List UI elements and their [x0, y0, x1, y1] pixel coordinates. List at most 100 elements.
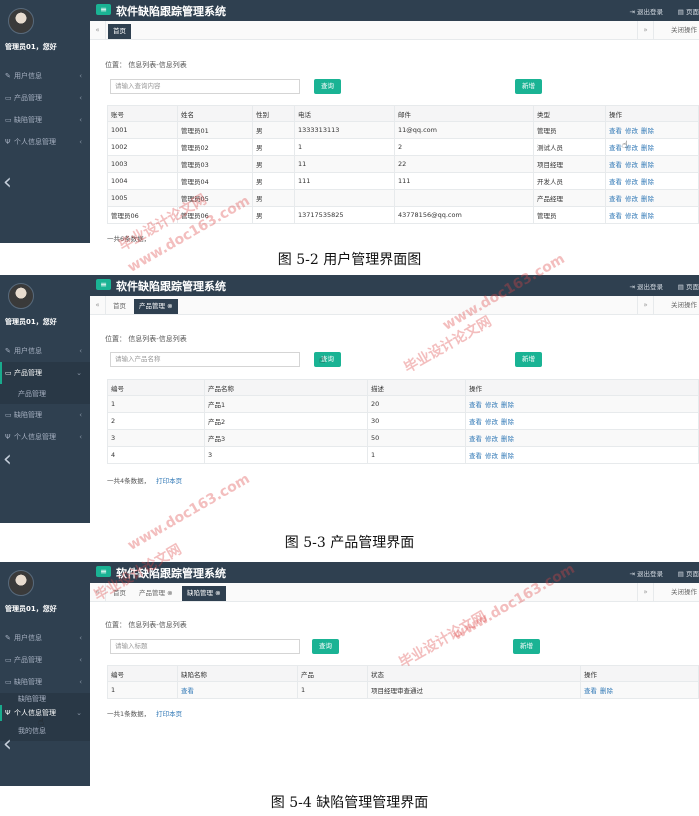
menu-toggle-button[interactable]: ≡ [96, 279, 111, 290]
edit-link[interactable]: 修改 [485, 452, 498, 460]
sidebar-item-personal[interactable]: Ψ 个人信息管理 ‹ [0, 131, 90, 153]
delete-link[interactable]: 删除 [641, 178, 654, 186]
logout-link[interactable]: ⇥ 退出登录 [629, 281, 663, 291]
delete-link[interactable]: 删除 [600, 687, 613, 695]
edit-link[interactable]: 修改 [625, 195, 638, 203]
edit-link[interactable]: 修改 [625, 161, 638, 169]
print-link[interactable]: 打印本页 [156, 710, 182, 718]
defect-name-link[interactable]: 查看 [181, 687, 194, 695]
chevron-down-icon: ⌄ [76, 709, 82, 717]
collapse-arrow-icon[interactable]: ‹ [3, 170, 12, 195]
close-ops-button[interactable]: 关闭操作 [653, 21, 699, 40]
view-link[interactable]: 查看 [609, 161, 622, 169]
close-ops-button[interactable]: 关闭操作 [653, 583, 699, 602]
edit-link[interactable]: 修改 [485, 401, 498, 409]
logout-link[interactable]: ⇥ 退出登录 [629, 568, 663, 578]
submenu-item-my-info[interactable]: 我的信息 [0, 721, 90, 741]
view-link[interactable]: 查看 [469, 401, 482, 409]
close-tab-icon[interactable]: ⊗ [167, 302, 172, 310]
tab-scroll-left-icon[interactable]: « [90, 583, 106, 602]
view-link[interactable]: 查看 [469, 435, 482, 443]
add-button[interactable]: 新增 [513, 639, 540, 654]
edit-link[interactable]: 修改 [625, 178, 638, 186]
chevron-left-icon: ‹ [79, 94, 82, 102]
hand-cursor-icon: ☝ [622, 140, 629, 151]
view-link[interactable]: 查看 [609, 212, 622, 220]
collapse-arrow-icon[interactable]: ‹ [3, 732, 12, 757]
sidebar-item-defect[interactable]: ▭ 缺陷管理 ‹ [0, 671, 90, 693]
close-ops-button[interactable]: 关闭操作 [653, 296, 699, 315]
add-button[interactable]: 新增 [515, 79, 542, 94]
cell: 111 [294, 172, 395, 190]
sidebar-item-defect[interactable]: ▭ 缺陷管理 ‹ [0, 109, 90, 131]
query-button[interactable]: 查询 [314, 79, 341, 94]
menu-toggle-button[interactable]: ≡ [96, 4, 111, 15]
view-link[interactable]: 查看 [609, 127, 622, 135]
view-link[interactable]: 查看 [469, 418, 482, 426]
cell: 开发人员 [533, 172, 606, 190]
delete-link[interactable]: 删除 [641, 127, 654, 135]
submenu-item-product[interactable]: 产品管理 [0, 384, 90, 404]
view-link[interactable]: 查看 [584, 687, 597, 695]
tab-home[interactable]: 首页 [108, 586, 131, 601]
delete-link[interactable]: 删除 [501, 401, 514, 409]
collapse-arrow-icon[interactable]: ‹ [3, 447, 12, 472]
page-link[interactable]: ▤ 页面 [678, 281, 699, 291]
view-link[interactable]: 查看 [469, 452, 482, 460]
cell: 管理员05 [177, 189, 253, 207]
query-button[interactable]: 查询 [312, 639, 339, 654]
tab-bar: « 首页 » 关闭操作 [90, 21, 699, 40]
search-input[interactable]: 请输入产品名称 [110, 352, 300, 367]
sidebar-item-product[interactable]: ▭ 产品管理 ‹ [0, 87, 90, 109]
tab-defect[interactable]: 缺陷管理 ⊗ [182, 586, 226, 601]
sidebar-item-personal[interactable]: Ψ 个人信息管理 ⌄ [0, 705, 90, 721]
delete-link[interactable]: 删除 [641, 144, 654, 152]
print-link[interactable]: 打印本页 [156, 477, 182, 485]
add-button[interactable]: 新增 [515, 352, 542, 367]
view-link[interactable]: 查看 [609, 195, 622, 203]
tab-scroll-left-icon[interactable]: « [90, 296, 106, 315]
tab-home[interactable]: 首页 [108, 24, 131, 39]
page-link[interactable]: ▤ 页面 [678, 568, 699, 578]
tab-product[interactable]: 产品管理 ⊗ [134, 299, 178, 314]
search-input[interactable]: 请输入标题 [110, 639, 300, 654]
sidebar-item-defect[interactable]: ▭ 缺陷管理 ‹ [0, 404, 90, 426]
app-title: 软件缺陷跟踪管理系统 [116, 5, 226, 18]
close-tab-icon[interactable]: ⊗ [167, 589, 172, 597]
view-link[interactable]: 查看 [609, 178, 622, 186]
sidebar-item-user[interactable]: ✎ 用户信息 ‹ [0, 65, 90, 87]
search-input[interactable]: 请输入查询内容 [110, 79, 300, 94]
sidebar-item-product[interactable]: ▭ 产品管理 ‹ [0, 649, 90, 671]
view-link[interactable]: 查看 [609, 144, 622, 152]
sidebar-item-product[interactable]: ▭ 产品管理 ⌄ [0, 362, 90, 384]
delete-link[interactable]: 删除 [641, 161, 654, 169]
topbar: ≡ 软件缺陷跟踪管理系统 ⇥ 退出登录 ▤ 页面 [90, 562, 699, 583]
delete-link[interactable]: 删除 [501, 435, 514, 443]
close-tab-icon[interactable]: ⊗ [215, 589, 220, 597]
cell: 1005 [107, 189, 178, 207]
edit-link[interactable]: 修改 [625, 127, 638, 135]
delete-link[interactable]: 删除 [641, 212, 654, 220]
delete-link[interactable]: 删除 [501, 418, 514, 426]
tab-product[interactable]: 产品管理 ⊗ [134, 586, 178, 601]
row-actions: 查看 修改 删除 [465, 429, 699, 447]
delete-link[interactable]: 删除 [501, 452, 514, 460]
page-link[interactable]: ▤ 页面 [678, 6, 699, 16]
sidebar-item-user[interactable]: ✎ 用户信息 ‹ [0, 340, 90, 362]
edit-link[interactable]: 修改 [485, 418, 498, 426]
logout-link[interactable]: ⇥ 退出登录 [629, 6, 663, 16]
defect-management-screenshot: 管理员01，您好 ✎ 用户信息 ‹ ▭ 产品管理 ‹ ▭ 缺陷管理 ‹ 缺陷管理 Ψ 个人信息… [0, 562, 699, 786]
sidebar-item-user[interactable]: ✎ 用户信息 ‹ [0, 627, 90, 649]
submenu-item-defect[interactable]: 缺陷管理 [0, 693, 90, 705]
tab-scroll-left-icon[interactable]: « [90, 21, 106, 40]
delete-link[interactable]: 删除 [641, 195, 654, 203]
tab-home[interactable]: 首页 [108, 299, 131, 314]
edit-link[interactable]: 修改 [485, 435, 498, 443]
tab-scroll-right-icon[interactable]: » [637, 583, 653, 602]
menu-toggle-button[interactable]: ≡ [96, 566, 111, 577]
edit-link[interactable]: 修改 [625, 212, 638, 220]
tab-scroll-right-icon[interactable]: » [637, 296, 653, 315]
table-row: 1 产品1 20 查看 修改 删除 [107, 395, 699, 413]
tab-scroll-right-icon[interactable]: » [637, 21, 653, 40]
sidebar-item-personal[interactable]: Ψ 个人信息管理 ‹ [0, 426, 90, 448]
